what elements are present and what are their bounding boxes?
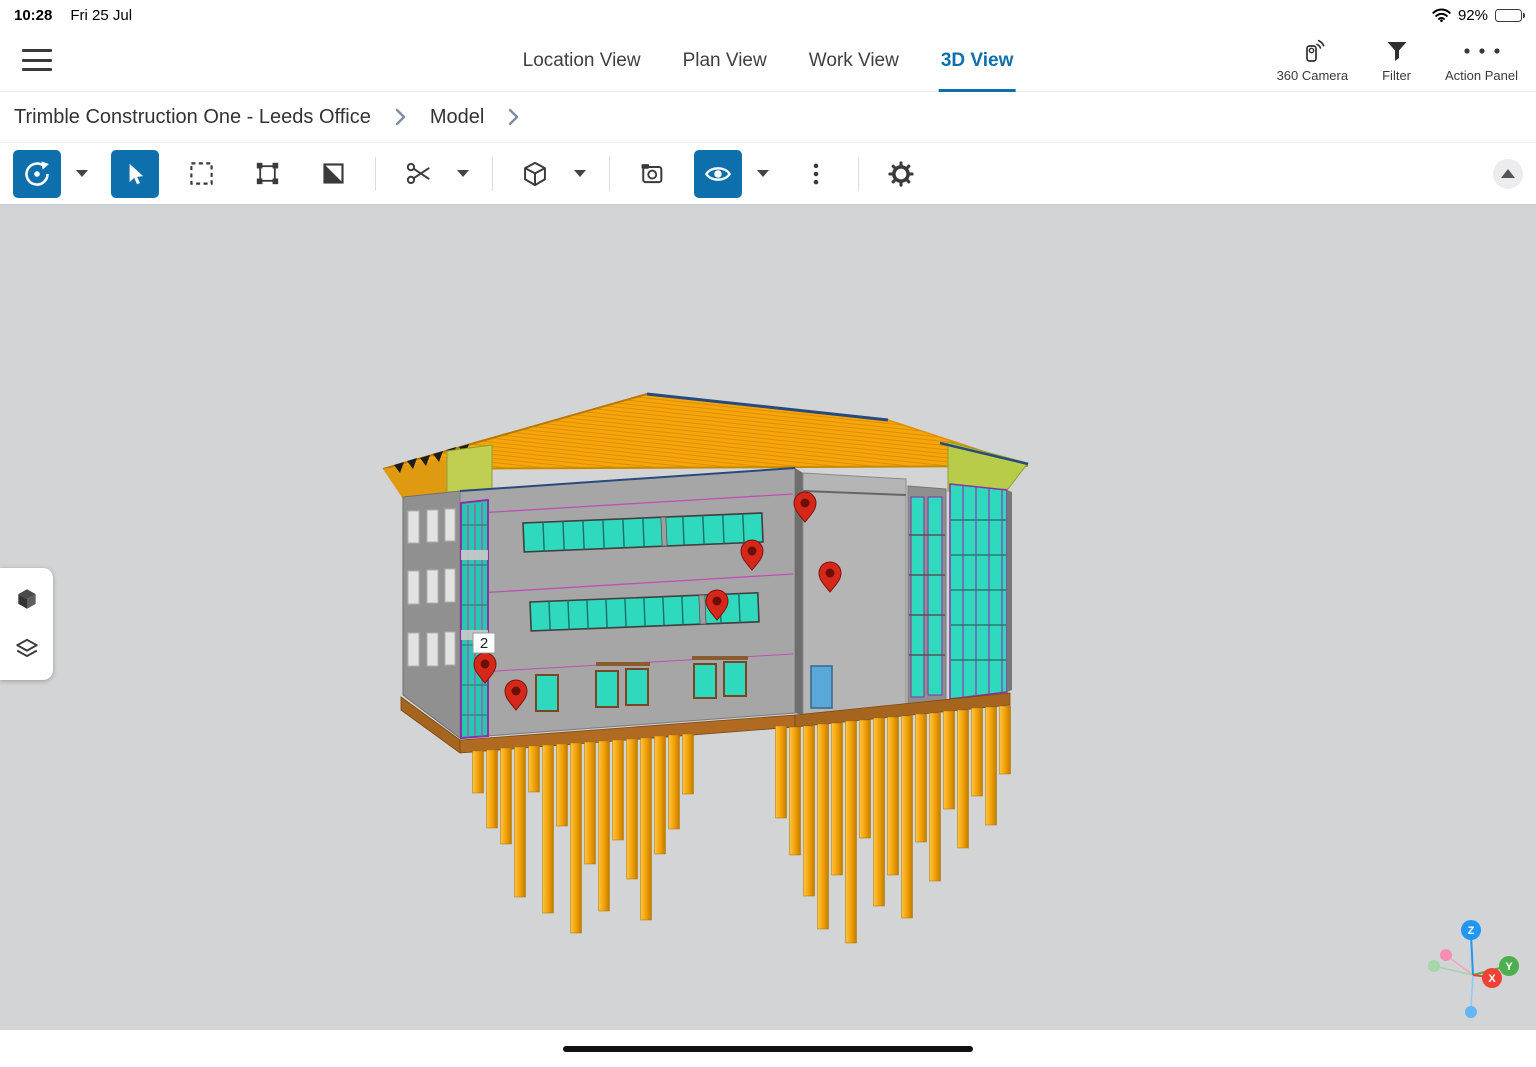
axis-minus-x-dot[interactable]: [1440, 949, 1452, 961]
axis-gizmo[interactable]: Z Y X: [1416, 917, 1536, 1029]
3d-model-canvas[interactable]: 2: [0, 205, 1536, 1030]
home-indicator[interactable]: [563, 1046, 973, 1052]
svg-text:2: 2: [480, 635, 488, 652]
chevron-down-icon: [757, 170, 769, 177]
selection-handles-icon: [254, 160, 281, 187]
breadcrumb: Trimble Construction One - Leeds Office …: [0, 92, 1536, 143]
box-select-button[interactable]: [243, 150, 291, 198]
snapshot-button[interactable]: [628, 150, 676, 198]
status-time: 10:28: [14, 7, 52, 24]
layers-button[interactable]: [0, 624, 53, 674]
breadcrumb-model[interactable]: Model: [430, 106, 484, 129]
filter-label: Filter: [1382, 68, 1411, 83]
gear-icon: [887, 160, 915, 188]
tab-work-view[interactable]: Work View: [807, 30, 901, 92]
svg-text:X: X: [1488, 973, 1496, 985]
axis-x-handle[interactable]: X: [1482, 968, 1502, 988]
axis-minus-y-dot[interactable]: [1428, 960, 1440, 972]
collapse-toolbar-button[interactable]: [1493, 159, 1523, 189]
tab-location-view[interactable]: Location View: [521, 30, 643, 92]
toolbar: [0, 143, 1536, 205]
toolbar-divider: [375, 157, 376, 191]
more-options-button[interactable]: [792, 150, 840, 198]
ellipsis-icon: [1461, 36, 1503, 66]
svg-text:Z: Z: [1468, 925, 1475, 937]
cube-icon: [521, 160, 549, 188]
model-tool-button[interactable]: [511, 150, 559, 198]
chevron-down-icon: [574, 170, 586, 177]
select-tool-button[interactable]: [111, 150, 159, 198]
toolbar-divider: [609, 157, 610, 191]
model-tool-dropdown[interactable]: [569, 150, 591, 198]
scissors-icon: [405, 160, 432, 187]
chevron-right-icon: [508, 108, 519, 126]
toolbar-divider: [492, 157, 493, 191]
wifi-icon: [1432, 8, 1451, 22]
breadcrumb-project[interactable]: Trimble Construction One - Leeds Office: [14, 106, 371, 129]
cube-icon: [14, 586, 40, 612]
marquee-select-button[interactable]: [177, 150, 225, 198]
nav-bar: Location View Plan View Work View 3D Vie…: [0, 30, 1536, 92]
marquee-icon: [188, 160, 215, 187]
eye-icon: [704, 160, 732, 188]
camera-360-button[interactable]: 360 Camera: [1277, 36, 1349, 83]
visibility-button[interactable]: [694, 150, 742, 198]
svg-text:Y: Y: [1505, 961, 1513, 973]
tab-plan-view[interactable]: Plan View: [681, 30, 769, 92]
model-viewport: 2: [0, 205, 1536, 1030]
axis-y-handle[interactable]: Y: [1499, 956, 1519, 976]
chevron-right-icon: [395, 108, 406, 126]
chevron-down-icon: [76, 170, 88, 177]
contrast-tool-button[interactable]: [309, 150, 357, 198]
layers-icon: [14, 636, 40, 662]
settings-button[interactable]: [877, 150, 925, 198]
cut-tool-dropdown[interactable]: [452, 150, 474, 198]
camera-360-label: 360 Camera: [1277, 68, 1349, 83]
axis-minus-z-dot[interactable]: [1465, 1006, 1477, 1018]
battery-icon: [1495, 9, 1522, 22]
status-date: Fri 25 Jul: [70, 7, 132, 24]
cursor-icon: [122, 161, 148, 187]
kebab-icon: [803, 161, 829, 187]
contrast-icon: [320, 160, 347, 187]
pin-count-badge[interactable]: 2: [473, 633, 495, 653]
bottom-bar: [0, 1030, 1536, 1067]
status-bar: 10:28 Fri 25 Jul 92%: [0, 0, 1536, 30]
orbit-icon: [23, 160, 51, 188]
model-views-button[interactable]: [0, 574, 53, 624]
filter-icon: [1385, 36, 1409, 66]
camera-360-icon: [1299, 36, 1325, 66]
hamburger-icon: [22, 49, 52, 52]
chevron-up-icon: [1501, 169, 1515, 178]
tab-3d-view[interactable]: 3D View: [939, 30, 1016, 92]
snapshot-icon: [638, 160, 666, 188]
app-screen: 10:28 Fri 25 Jul 92% Location View Plan …: [0, 0, 1536, 1067]
action-panel-button[interactable]: Action Panel: [1445, 36, 1518, 83]
action-panel-label: Action Panel: [1445, 68, 1518, 83]
view-tabs: Location View Plan View Work View 3D Vie…: [521, 30, 1016, 92]
axis-z-handle[interactable]: Z: [1461, 920, 1481, 940]
visibility-dropdown[interactable]: [752, 150, 774, 198]
nav-actions: 360 Camera Filter Action Panel: [1277, 36, 1518, 83]
toolbar-divider: [858, 157, 859, 191]
battery-percent: 92%: [1458, 7, 1488, 24]
filter-button[interactable]: Filter: [1382, 36, 1411, 83]
orbit-tool-button[interactable]: [13, 150, 61, 198]
view-tools-panel: [0, 568, 53, 680]
chevron-down-icon: [457, 170, 469, 177]
orbit-tool-dropdown[interactable]: [71, 150, 93, 198]
menu-button[interactable]: [22, 47, 52, 73]
cut-tool-button[interactable]: [394, 150, 442, 198]
